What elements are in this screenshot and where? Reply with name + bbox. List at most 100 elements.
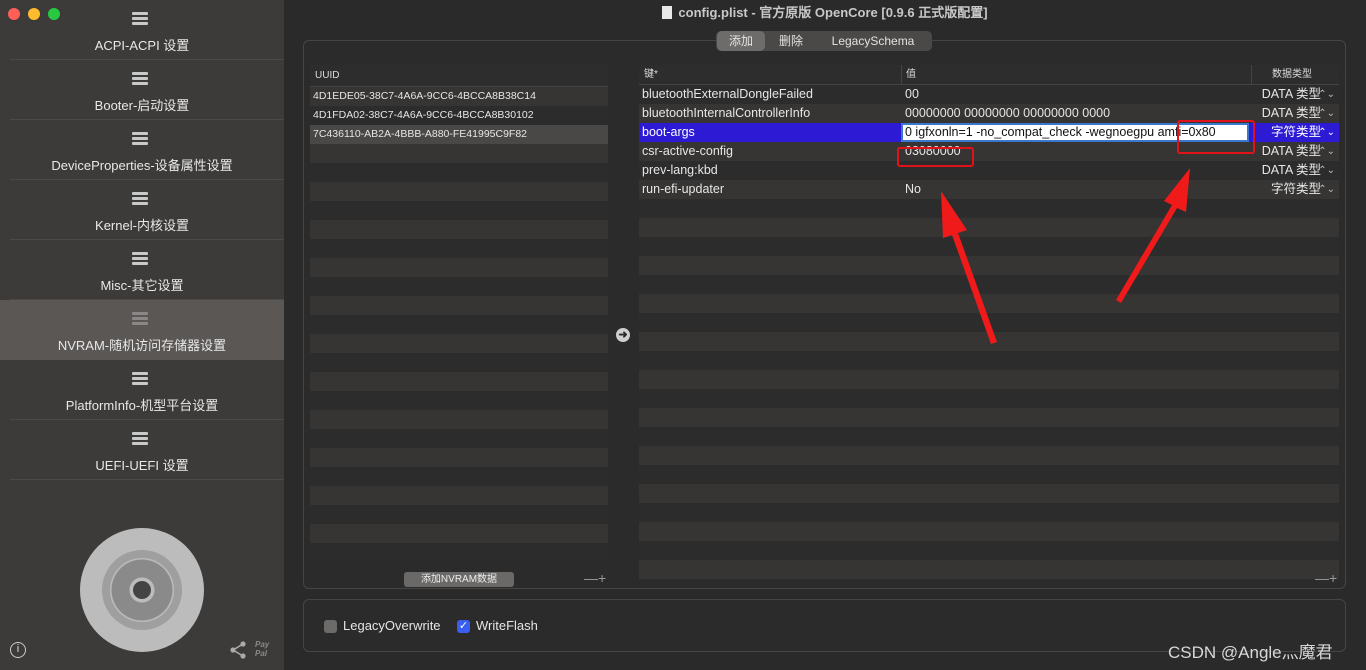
tab-legacyschema[interactable]: LegacySchema [816, 31, 930, 51]
add-remove-key-button[interactable]: —+ [1315, 570, 1337, 586]
chevron-updown-icon[interactable]: ⌃⌄ [1318, 85, 1335, 104]
empty-row [639, 237, 1339, 256]
empty-row [310, 144, 608, 163]
empty-row [310, 543, 608, 562]
list-icon [132, 432, 148, 446]
value-cell[interactable]: 00 [905, 85, 919, 104]
empty-row [639, 294, 1339, 313]
table-row[interactable]: 7C436110-AB2A-4BBB-A880-FE41995C9F82 [310, 125, 608, 144]
sidebar-item-label: Misc-其它设置 [100, 278, 184, 293]
empty-row [639, 427, 1339, 446]
table-row[interactable]: 4D1EDE05-38C7-4A6A-9CC6-4BCCA8B38C14 [310, 87, 608, 106]
paypal-icon[interactable]: Pay Pal [255, 640, 269, 658]
empty-row [310, 258, 608, 277]
disk-logo-icon [80, 528, 204, 652]
type-cell[interactable]: DATA 类型 [1262, 104, 1321, 123]
empty-row [639, 503, 1339, 522]
table-row[interactable]: run-efi-updater No 字符类型 ⌃⌄ [639, 180, 1339, 199]
empty-row [639, 199, 1339, 218]
sidebar-item-label: Booter-启动设置 [94, 98, 190, 113]
empty-row [310, 410, 608, 429]
sidebar-item-booter[interactable]: Booter-启动设置 [0, 60, 284, 120]
value-column-header[interactable]: 值 [906, 65, 916, 85]
table-row[interactable]: bluetoothExternalDongleFailed 00 DATA 类型… [639, 85, 1339, 104]
write-flash-checkbox[interactable]: ✓ [457, 620, 470, 633]
sidebar-item-misc[interactable]: Misc-其它设置 [0, 240, 284, 300]
empty-row [310, 334, 608, 353]
empty-row [639, 560, 1339, 579]
legacy-overwrite-checkbox[interactable] [324, 620, 337, 633]
sidebar-item-uefi[interactable]: UEFI-UEFI 设置 [0, 420, 284, 480]
value-cell[interactable]: 00000000 00000000 00000000 0000 [905, 104, 1110, 123]
legacy-overwrite-label[interactable]: LegacyOverwrite [343, 618, 441, 633]
list-icon [132, 192, 148, 206]
info-icon[interactable]: i [10, 642, 26, 658]
key-cell[interactable]: run-efi-updater [642, 180, 724, 199]
sidebar-item-label: PlatformInfo-机型平台设置 [65, 398, 219, 413]
list-icon [132, 252, 148, 266]
key-cell[interactable]: bluetoothInternalControllerInfo [642, 104, 810, 123]
type-cell[interactable]: DATA 类型 [1262, 161, 1321, 180]
window-title-text: config.plist - 官方原版 OpenCore [0.9.6 正式版配… [678, 5, 988, 20]
arrow-right-icon[interactable]: ➜ [616, 328, 630, 342]
type-cell[interactable]: DATA 类型 [1262, 142, 1321, 161]
uuid-column-header[interactable]: UUID [310, 65, 608, 87]
type-column-header[interactable]: 数据类型 [1272, 65, 1312, 85]
type-cell[interactable]: DATA 类型 [1262, 85, 1321, 104]
empty-row [639, 218, 1339, 237]
list-icon [132, 72, 148, 86]
empty-row [639, 389, 1339, 408]
value-cell[interactable]: No [905, 180, 921, 199]
empty-row [310, 315, 608, 334]
list-icon [132, 12, 148, 26]
sidebar-item-label: NVRAM-随机访问存储器设置 [57, 338, 227, 353]
sidebar-item-nvram[interactable]: NVRAM-随机访问存储器设置 [0, 300, 284, 360]
chevron-updown-icon[interactable]: ⌃⌄ [1318, 180, 1335, 199]
sidebar-item-kernel[interactable]: Kernel-内核设置 [0, 180, 284, 240]
sidebar-item-deviceproperties[interactable]: DeviceProperties-设备属性设置 [0, 120, 284, 180]
sidebar-item-label: DeviceProperties-设备属性设置 [51, 158, 233, 173]
empty-row [310, 448, 608, 467]
empty-row [639, 275, 1339, 294]
document-icon [662, 6, 673, 19]
chevron-updown-icon[interactable]: ⌃⌄ [1318, 142, 1335, 161]
write-flash-label[interactable]: WriteFlash [476, 618, 538, 633]
add-nvram-button[interactable]: 添加NVRAM数据 [404, 572, 514, 587]
chevron-updown-icon[interactable]: ⌃⌄ [1318, 161, 1335, 180]
type-cell[interactable]: 字符类型 [1271, 123, 1321, 142]
empty-row [310, 296, 608, 315]
empty-row [310, 220, 608, 239]
tab-add[interactable]: 添加 [717, 31, 765, 51]
empty-row [639, 256, 1339, 275]
empty-row [310, 163, 608, 182]
uuid-table: UUID 4D1EDE05-38C7-4A6A-9CC6-4BCCA8B38C1… [310, 65, 608, 570]
segmented-tabs: 添加 删除 LegacySchema [716, 31, 932, 51]
empty-row [639, 313, 1339, 332]
key-cell[interactable]: csr-active-config [642, 142, 733, 161]
empty-row [639, 370, 1339, 389]
chevron-updown-icon[interactable]: ⌃⌄ [1318, 123, 1335, 142]
table-row[interactable]: prev-lang:kbd DATA 类型 ⌃⌄ [639, 161, 1339, 180]
list-icon [132, 132, 148, 146]
key-cell[interactable]: bluetoothExternalDongleFailed [642, 85, 813, 104]
empty-row [310, 505, 608, 524]
key-cell[interactable]: prev-lang:kbd [642, 161, 718, 180]
empty-row [639, 351, 1339, 370]
sidebar-item-platforminfo[interactable]: PlatformInfo-机型平台设置 [0, 360, 284, 420]
share-icon[interactable] [228, 640, 248, 660]
empty-row [639, 408, 1339, 427]
type-cell[interactable]: 字符类型 [1271, 180, 1321, 199]
app-window: ACPI-ACPI 设置 Booter-启动设置 DevicePropertie… [0, 0, 1366, 670]
empty-row [639, 541, 1339, 560]
empty-row [310, 429, 608, 448]
add-remove-uuid-button[interactable]: —+ [584, 570, 606, 586]
key-cell[interactable]: boot-args [642, 123, 695, 142]
highlight-box-csr-value [897, 147, 974, 167]
key-column-header[interactable]: 键* [644, 65, 658, 85]
table-header: 键* 值 数据类型 [639, 65, 1339, 85]
chevron-updown-icon[interactable]: ⌃⌄ [1318, 104, 1335, 123]
tab-delete[interactable]: 删除 [768, 31, 814, 51]
highlight-box-amfi-arg [1177, 120, 1255, 154]
table-row[interactable]: 4D1FDA02-38C7-4A6A-9CC6-4BCCA8B30102 [310, 106, 608, 125]
sidebar-item-acpi[interactable]: ACPI-ACPI 设置 [0, 0, 284, 60]
